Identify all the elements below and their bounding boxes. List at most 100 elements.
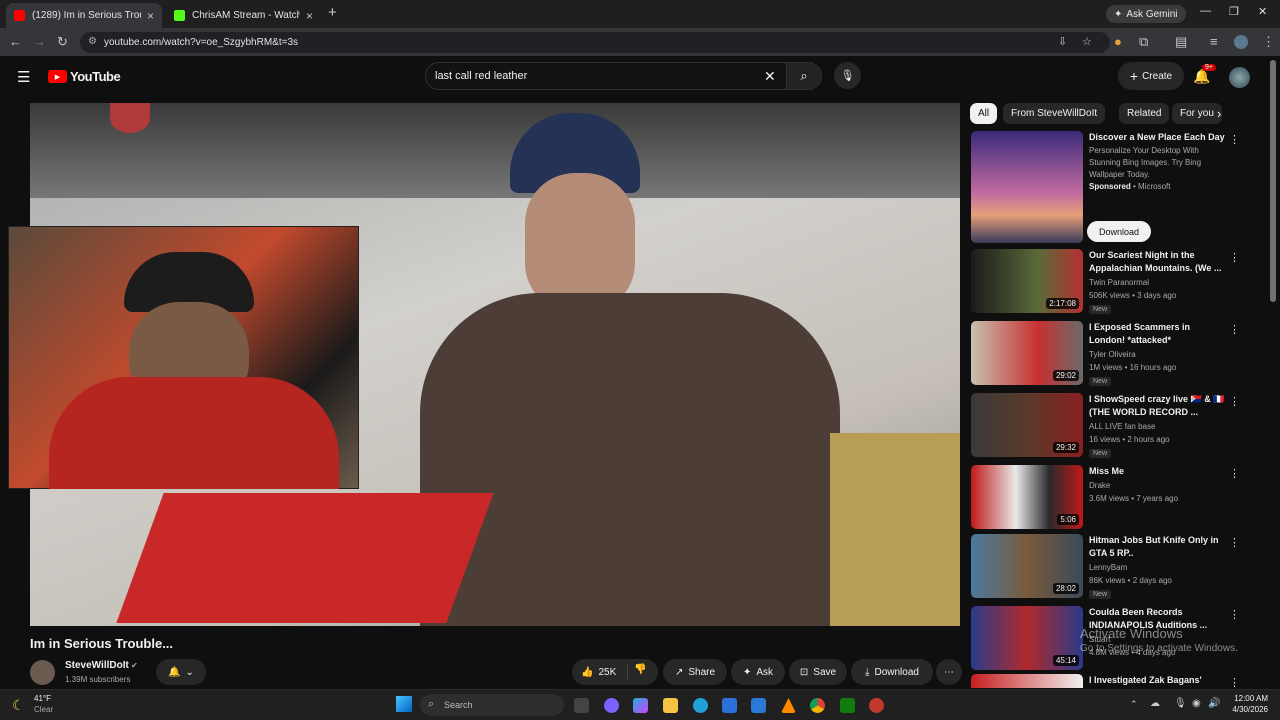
profile-avatar[interactable] [1234, 35, 1248, 49]
chip-from-channel[interactable]: From SteveWillDoIt [1003, 103, 1106, 124]
tab-kick[interactable]: ChrisAM Stream - Watch Live o... × [166, 3, 321, 28]
sponsored-title[interactable]: Discover a New Place Each Day [1089, 131, 1225, 144]
ask-gemini-button[interactable]: ✦ Ask Gemini [1106, 5, 1186, 23]
app-icon[interactable] [869, 698, 884, 713]
list-item[interactable]: 28:02 Hitman Jobs But Knife Only in GTA … [971, 534, 1241, 599]
clear-search-icon[interactable]: ✕ [764, 68, 776, 85]
close-icon[interactable]: × [147, 9, 154, 23]
voice-search-button[interactable]: 🎙 [834, 62, 861, 89]
new-tab-icon[interactable]: + [328, 4, 337, 21]
window-close-icon[interactable]: ✕ [1258, 5, 1267, 18]
install-app-icon[interactable]: ⇩ [1058, 35, 1067, 48]
more-vert-icon[interactable]: ⋮ [1229, 323, 1240, 336]
more-vert-icon[interactable]: ⋮ [1229, 251, 1240, 264]
rec-channel[interactable]: ALL LIVE fan base [1089, 422, 1155, 431]
reading-list-icon[interactable]: ≡ [1210, 34, 1218, 50]
rec-title[interactable]: Our Scariest Night in the Appalachian Mo… [1089, 249, 1225, 275]
like-count[interactable]: 25K [598, 667, 616, 678]
more-vert-icon[interactable]: ⋮ [1229, 536, 1240, 549]
weather-temp[interactable]: 41°F [34, 694, 51, 703]
copilot-icon[interactable] [633, 698, 648, 713]
rec-title[interactable]: Miss Me [1089, 465, 1225, 478]
bookmark-star-icon[interactable]: ☆ [1082, 35, 1092, 48]
task-view-icon[interactable] [574, 698, 589, 713]
more-vert-icon[interactable]: ⋮ [1229, 467, 1240, 480]
channel-name[interactable]: SteveWillDoIt [65, 660, 129, 671]
rec-title[interactable]: I ShowSpeed crazy live 🇸🇽 & 🇫🇷 (THE WORL… [1089, 393, 1225, 419]
video-thumbnail[interactable]: 5:06 [971, 465, 1083, 529]
chrome-icon[interactable] [810, 698, 825, 713]
video-thumbnail[interactable]: 28:02 [971, 534, 1083, 598]
sponsored-download-button[interactable]: Download [1087, 221, 1152, 242]
youtube-logo[interactable]: ▶ YouTube [48, 69, 121, 84]
list-item[interactable]: 29:02 I Exposed Scammers in London! *att… [971, 321, 1241, 386]
more-vert-icon[interactable]: ⋮ [1229, 676, 1240, 688]
chevron-up-icon[interactable]: ⌃ [1130, 699, 1138, 710]
list-item[interactable]: 5:06 Miss Me Drake 3.6M views • 7 years … [971, 465, 1241, 529]
page-scrollbar-thumb[interactable] [1270, 60, 1276, 302]
chevron-right-icon[interactable]: › [1217, 106, 1221, 121]
search-button[interactable]: ⌕ [786, 62, 822, 90]
clock-time[interactable]: 12:00 AM [1232, 694, 1268, 703]
forward-icon[interactable]: → [33, 34, 46, 50]
extensions-puzzle-icon[interactable]: ⧉ [1139, 34, 1148, 50]
list-item[interactable]: 29:32 I ShowSpeed crazy live 🇸🇽 & 🇫🇷 (TH… [971, 393, 1241, 458]
rec-title[interactable]: Hitman Jobs But Knife Only in GTA 5 RP.. [1089, 534, 1225, 560]
share-button[interactable]: ↗ Share [663, 659, 727, 685]
more-vert-icon[interactable]: ⋮ [1229, 133, 1240, 146]
windows-start-icon[interactable] [396, 696, 412, 712]
weather-icon[interactable]: ☾ [12, 697, 25, 714]
more-vert-icon[interactable]: ⋮ [1229, 395, 1240, 408]
chat-app-icon[interactable] [604, 698, 619, 713]
vlc-icon[interactable] [781, 698, 796, 713]
clock-date[interactable]: 4/30/2026 [1226, 705, 1268, 714]
file-explorer-icon[interactable] [663, 698, 678, 713]
dislike-icon[interactable]: 👎 [634, 664, 646, 675]
rec-channel[interactable]: Drake [1089, 481, 1110, 490]
mail-icon[interactable] [751, 698, 766, 713]
restore-icon[interactable]: ❐ [1229, 5, 1239, 18]
media-control-icon[interactable]: ▤ [1175, 34, 1187, 50]
xbox-icon[interactable] [840, 698, 855, 713]
channel-avatar[interactable] [30, 660, 55, 685]
chip-all[interactable]: All [970, 103, 998, 124]
edge-icon[interactable] [693, 698, 708, 713]
like-icon[interactable]: 👍 [581, 667, 593, 678]
chip-for-you[interactable]: For you [1172, 103, 1222, 124]
video-thumbnail[interactable] [971, 674, 1083, 688]
hamburger-menu-icon[interactable]: ☰ [17, 68, 30, 86]
rec-channel[interactable]: Tyler Oliveira [1089, 350, 1136, 359]
list-item[interactable]: I Investigated Zak Bagans' ⋮ [971, 674, 1241, 688]
cloud-icon[interactable]: ☁ [1150, 698, 1160, 709]
back-icon[interactable]: ← [9, 34, 22, 50]
reload-icon[interactable]: ↻ [57, 34, 68, 50]
tab-youtube[interactable]: (1289) Im in Serious Trouble... × [6, 3, 162, 28]
more-vert-icon[interactable]: ⋮ [1229, 608, 1240, 621]
account-avatar[interactable] [1229, 67, 1250, 88]
sponsored-thumbnail[interactable] [971, 131, 1083, 243]
rec-channel[interactable]: LennyBam [1089, 563, 1127, 572]
extension-icon[interactable]: ● [1114, 34, 1122, 50]
create-button[interactable]: + Create [1118, 62, 1184, 90]
taskbar-search[interactable]: ⌕ Search [420, 694, 564, 716]
store-icon[interactable] [722, 698, 737, 713]
chip-related[interactable]: Related [1119, 103, 1170, 124]
site-info-icon[interactable]: ⚙ [88, 36, 97, 47]
rec-channel[interactable]: Twin Paranormal [1089, 278, 1149, 287]
save-button[interactable]: ⊡ Save [789, 659, 847, 685]
volume-icon[interactable]: 🔊 [1208, 698, 1220, 709]
list-item[interactable]: 2:17:08 Our Scariest Night in the Appala… [971, 249, 1241, 314]
rec-title[interactable]: I Exposed Scammers in London! *attacked* [1089, 321, 1225, 347]
wifi-icon[interactable]: ◉ [1192, 698, 1201, 709]
subscribed-button[interactable]: 🔔 ⌄ [156, 659, 206, 685]
video-thumbnail[interactable]: 45:14 [971, 606, 1083, 670]
address-bar[interactable]: ⚙ youtube.com/watch?v=oe_SzgybhRM&t=3s ⇩… [80, 32, 1110, 53]
video-thumbnail[interactable]: 29:02 [971, 321, 1083, 385]
mic-tray-icon[interactable]: 🎙 [1174, 698, 1187, 709]
more-actions-button[interactable]: ⋯ [936, 659, 962, 685]
minimize-icon[interactable]: — [1200, 5, 1211, 17]
close-icon[interactable]: × [306, 9, 313, 23]
download-button[interactable]: ⤓ Download [851, 659, 933, 685]
video-thumbnail[interactable]: 29:32 [971, 393, 1083, 457]
browser-menu-icon[interactable]: ⋮ [1262, 34, 1275, 50]
